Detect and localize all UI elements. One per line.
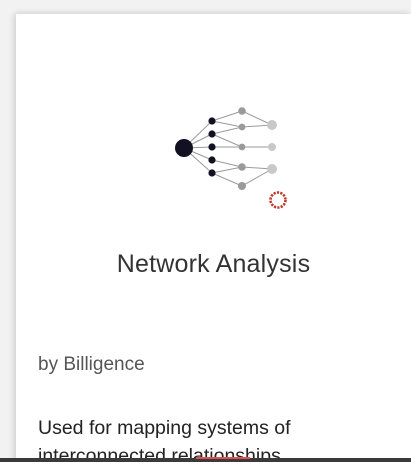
extension-title: Network Analysis bbox=[116, 250, 311, 278]
red-ring-icon bbox=[269, 191, 287, 209]
extension-author: by Billigence bbox=[38, 354, 145, 375]
bottom-accent-line bbox=[196, 457, 250, 459]
extension-card[interactable]: Network Analysis by Billigence Used for … bbox=[16, 14, 411, 462]
extension-description: Used for mapping systems of interconnect… bbox=[38, 417, 291, 462]
network-graph-icon bbox=[175, 107, 287, 209]
